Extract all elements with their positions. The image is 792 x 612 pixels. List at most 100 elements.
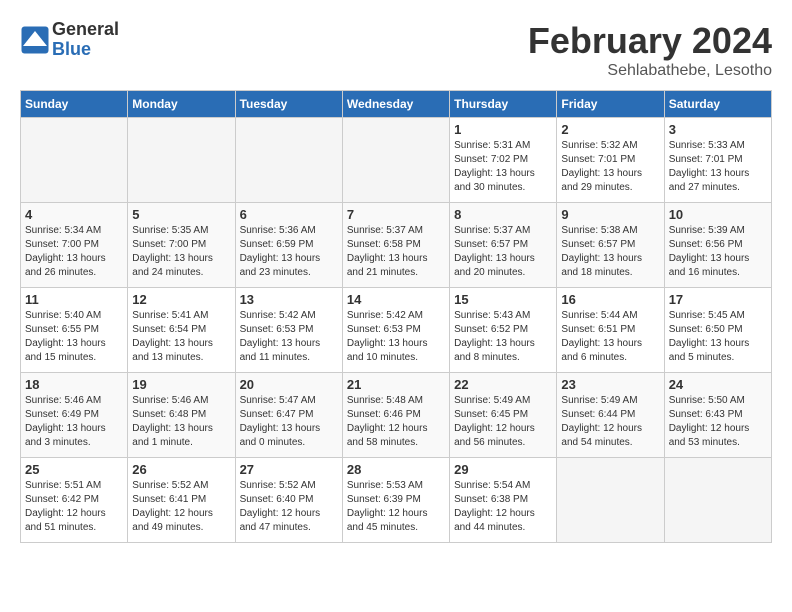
calendar-cell: 25 Sunrise: 5:51 AM Sunset: 6:42 PM Dayli… xyxy=(21,458,128,543)
page-header: General Blue February 2024 Sehlabathebe,… xyxy=(20,20,772,80)
subtitle: Sehlabathebe, Lesotho xyxy=(528,62,772,80)
day-number: 20 xyxy=(240,377,338,392)
day-info: Sunrise: 5:39 AM Sunset: 6:56 PM Dayligh… xyxy=(669,224,767,280)
day-number: 25 xyxy=(25,462,123,477)
day-info: Sunrise: 5:40 AM Sunset: 6:55 PM Dayligh… xyxy=(25,309,123,365)
day-number: 16 xyxy=(561,292,659,307)
day-number: 23 xyxy=(561,377,659,392)
calendar-week-row: 11Sunrise: 5:40 AM Sunset: 6:55 PM Dayli… xyxy=(21,288,772,373)
day-number: 5 xyxy=(132,207,230,222)
calendar-cell: 11Sunrise: 5:40 AM Sunset: 6:55 PM Dayli… xyxy=(21,288,128,373)
day-number: 24 xyxy=(669,377,767,392)
logo-text: General Blue xyxy=(52,20,119,60)
calendar-cell: 7Sunrise: 5:37 AM Sunset: 6:58 PM Daylig… xyxy=(342,203,449,288)
calendar-week-row: 25 Sunrise: 5:51 AM Sunset: 6:42 PM Dayli… xyxy=(21,458,772,543)
day-number: 7 xyxy=(347,207,445,222)
day-number: 13 xyxy=(240,292,338,307)
calendar-cell: 8Sunrise: 5:37 AM Sunset: 6:57 PM Daylig… xyxy=(450,203,557,288)
calendar-cell xyxy=(21,118,128,203)
day-number: 26 xyxy=(132,462,230,477)
day-info: Sunrise: 5:36 AM Sunset: 6:59 PM Dayligh… xyxy=(240,224,338,280)
title-block: February 2024 Sehlabathebe, Lesotho xyxy=(528,20,772,80)
day-info: Sunrise: 5:44 AM Sunset: 6:51 PM Dayligh… xyxy=(561,309,659,365)
header-tuesday: Tuesday xyxy=(235,91,342,118)
day-number: 29 xyxy=(454,462,552,477)
day-number: 4 xyxy=(25,207,123,222)
calendar-cell: 23 Sunrise: 5:49 AM Sunset: 6:44 PM Dayli… xyxy=(557,373,664,458)
day-info: Sunrise: 5:38 AM Sunset: 6:57 PM Dayligh… xyxy=(561,224,659,280)
calendar-header-row: SundayMondayTuesdayWednesdayThursdayFrid… xyxy=(21,91,772,118)
day-number: 22 xyxy=(454,377,552,392)
day-number: 9 xyxy=(561,207,659,222)
calendar-week-row: 4Sunrise: 5:34 AM Sunset: 7:00 PM Daylig… xyxy=(21,203,772,288)
day-number: 27 xyxy=(240,462,338,477)
day-number: 19 xyxy=(132,377,230,392)
day-info: Sunrise: 5:42 AM Sunset: 6:53 PM Dayligh… xyxy=(240,309,338,365)
day-info: Sunrise: 5:52 AM Sunset: 6:41 PM Dayligh… xyxy=(132,479,230,535)
day-number: 15 xyxy=(454,292,552,307)
calendar-cell xyxy=(235,118,342,203)
calendar-cell xyxy=(557,458,664,543)
calendar-cell: 27Sunrise: 5:52 AM Sunset: 6:40 PM Dayli… xyxy=(235,458,342,543)
header-thursday: Thursday xyxy=(450,91,557,118)
calendar-cell: 4Sunrise: 5:34 AM Sunset: 7:00 PM Daylig… xyxy=(21,203,128,288)
calendar-cell: 2 Sunrise: 5:32 AM Sunset: 7:01 PM Daylig… xyxy=(557,118,664,203)
day-info: Sunrise: 5:41 AM Sunset: 6:54 PM Dayligh… xyxy=(132,309,230,365)
calendar-cell: 18 Sunrise: 5:46 AM Sunset: 6:49 PM Dayli… xyxy=(21,373,128,458)
day-info: Sunrise: 5:37 AM Sunset: 6:57 PM Dayligh… xyxy=(454,224,552,280)
day-info: Sunrise: 5:53 AM Sunset: 6:39 PM Dayligh… xyxy=(347,479,445,535)
day-number: 14 xyxy=(347,292,445,307)
calendar-cell: 5Sunrise: 5:35 AM Sunset: 7:00 PM Daylig… xyxy=(128,203,235,288)
calendar-cell: 10 Sunrise: 5:39 AM Sunset: 6:56 PM Dayli… xyxy=(664,203,771,288)
calendar-cell: 22 Sunrise: 5:49 AM Sunset: 6:45 PM Dayli… xyxy=(450,373,557,458)
day-info: Sunrise: 5:42 AM Sunset: 6:53 PM Dayligh… xyxy=(347,309,445,365)
day-info: Sunrise: 5:46 AM Sunset: 6:49 PM Dayligh… xyxy=(25,394,123,450)
day-info: Sunrise: 5:51 AM Sunset: 6:42 PM Dayligh… xyxy=(25,479,123,535)
day-number: 28 xyxy=(347,462,445,477)
calendar-cell: 17 Sunrise: 5:45 AM Sunset: 6:50 PM Dayli… xyxy=(664,288,771,373)
day-info: Sunrise: 5:33 AM Sunset: 7:01 PM Dayligh… xyxy=(669,139,767,195)
calendar-week-row: 18 Sunrise: 5:46 AM Sunset: 6:49 PM Dayli… xyxy=(21,373,772,458)
day-info: Sunrise: 5:48 AM Sunset: 6:46 PM Dayligh… xyxy=(347,394,445,450)
calendar-cell: 28 Sunrise: 5:53 AM Sunset: 6:39 PM Dayli… xyxy=(342,458,449,543)
calendar-cell: 13 Sunrise: 5:42 AM Sunset: 6:53 PM Dayli… xyxy=(235,288,342,373)
day-number: 6 xyxy=(240,207,338,222)
calendar-cell: 19 Sunrise: 5:46 AM Sunset: 6:48 PM Dayli… xyxy=(128,373,235,458)
calendar-cell: 6 Sunrise: 5:36 AM Sunset: 6:59 PM Daylig… xyxy=(235,203,342,288)
calendar-cell xyxy=(342,118,449,203)
calendar-cell: 9 Sunrise: 5:38 AM Sunset: 6:57 PM Daylig… xyxy=(557,203,664,288)
day-number: 21 xyxy=(347,377,445,392)
day-info: Sunrise: 5:49 AM Sunset: 6:45 PM Dayligh… xyxy=(454,394,552,450)
day-info: Sunrise: 5:45 AM Sunset: 6:50 PM Dayligh… xyxy=(669,309,767,365)
day-info: Sunrise: 5:46 AM Sunset: 6:48 PM Dayligh… xyxy=(132,394,230,450)
logo-blue: Blue xyxy=(52,40,119,60)
calendar-cell: 24 Sunrise: 5:50 AM Sunset: 6:43 PM Dayli… xyxy=(664,373,771,458)
logo-general: General xyxy=(52,20,119,40)
calendar-cell: 20 Sunrise: 5:47 AM Sunset: 6:47 PM Dayli… xyxy=(235,373,342,458)
calendar-cell xyxy=(128,118,235,203)
header-saturday: Saturday xyxy=(664,91,771,118)
day-info: Sunrise: 5:32 AM Sunset: 7:01 PM Dayligh… xyxy=(561,139,659,195)
day-number: 18 xyxy=(25,377,123,392)
calendar-cell xyxy=(664,458,771,543)
calendar-cell: 12 Sunrise: 5:41 AM Sunset: 6:54 PM Dayli… xyxy=(128,288,235,373)
calendar-cell: 14 Sunrise: 5:42 AM Sunset: 6:53 PM Dayli… xyxy=(342,288,449,373)
calendar-week-row: 1 Sunrise: 5:31 AM Sunset: 7:02 PM Daylig… xyxy=(21,118,772,203)
day-number: 10 xyxy=(669,207,767,222)
day-number: 1 xyxy=(454,122,552,137)
day-info: Sunrise: 5:54 AM Sunset: 6:38 PM Dayligh… xyxy=(454,479,552,535)
day-number: 2 xyxy=(561,122,659,137)
day-info: Sunrise: 5:43 AM Sunset: 6:52 PM Dayligh… xyxy=(454,309,552,365)
calendar-cell: 15 Sunrise: 5:43 AM Sunset: 6:52 PM Dayli… xyxy=(450,288,557,373)
day-info: Sunrise: 5:31 AM Sunset: 7:02 PM Dayligh… xyxy=(454,139,552,195)
day-number: 17 xyxy=(669,292,767,307)
day-info: Sunrise: 5:47 AM Sunset: 6:47 PM Dayligh… xyxy=(240,394,338,450)
day-info: Sunrise: 5:49 AM Sunset: 6:44 PM Dayligh… xyxy=(561,394,659,450)
month-title: February 2024 xyxy=(528,20,772,62)
calendar-cell: 21 Sunrise: 5:48 AM Sunset: 6:46 PM Dayli… xyxy=(342,373,449,458)
logo-icon xyxy=(20,25,50,55)
day-number: 12 xyxy=(132,292,230,307)
calendar-cell: 3Sunrise: 5:33 AM Sunset: 7:01 PM Daylig… xyxy=(664,118,771,203)
day-info: Sunrise: 5:50 AM Sunset: 6:43 PM Dayligh… xyxy=(669,394,767,450)
calendar-cell: 26 Sunrise: 5:52 AM Sunset: 6:41 PM Dayli… xyxy=(128,458,235,543)
